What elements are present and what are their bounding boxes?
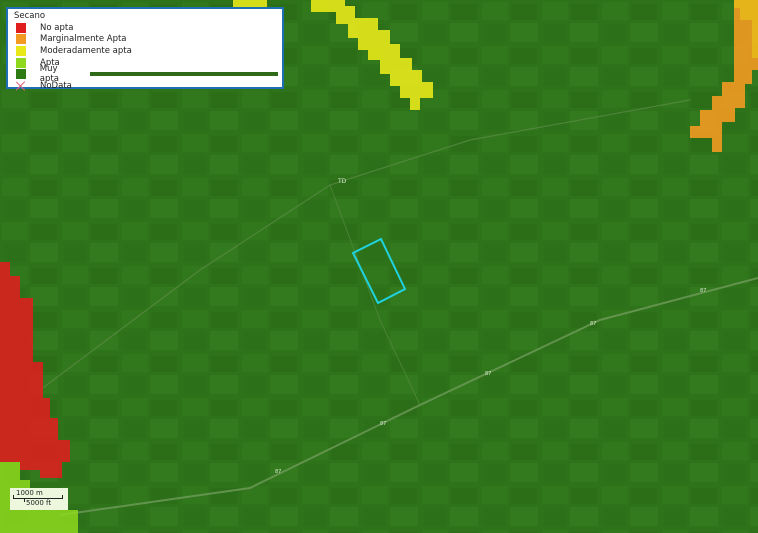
legend-item-nodata: NoData bbox=[12, 80, 278, 92]
scale-metric-label: 1000 m bbox=[16, 489, 43, 497]
swatch-moderadamente-apta bbox=[16, 45, 26, 56]
scale-imperial-label: 5000 ft bbox=[26, 499, 52, 507]
legend-item-muy-apta: Muy apta bbox=[12, 64, 278, 84]
road-label: 87 bbox=[485, 371, 491, 377]
road-label: 87 bbox=[700, 288, 706, 294]
legend-label: Moderadamente apta bbox=[40, 45, 132, 56]
town-label: TD bbox=[337, 178, 347, 185]
scale-tick bbox=[62, 495, 63, 499]
legend-item-moderadamente-apta: Moderadamente apta bbox=[12, 45, 278, 57]
road-label: 87 bbox=[590, 321, 596, 327]
swatch-muy-apta bbox=[16, 69, 26, 80]
scale-bar: 1000 m 5000 ft bbox=[10, 488, 68, 510]
zone-moderadamente-apta bbox=[233, 0, 267, 7]
legend-title: Secano bbox=[14, 11, 46, 21]
legend-item-no-apta: No apta bbox=[12, 22, 278, 34]
cross-icon bbox=[16, 81, 26, 91]
swatch-no-apta bbox=[16, 22, 26, 33]
legend-line-symbol bbox=[90, 72, 278, 77]
swatch-marginalmente-apta bbox=[16, 34, 26, 45]
scale-tick bbox=[13, 495, 14, 499]
legend-panel: Secano No apta Marginalmente Apta Modera… bbox=[6, 7, 284, 92]
legend-label: Marginalmente Apta bbox=[40, 34, 127, 45]
scale-tick bbox=[24, 498, 25, 502]
legend-label: No apta bbox=[40, 22, 74, 33]
swatch-apta bbox=[16, 57, 26, 68]
legend-item-marginalmente-apta: Marginalmente Apta bbox=[12, 34, 278, 46]
road-label: 87 bbox=[380, 421, 386, 427]
road-label: 87 bbox=[275, 469, 281, 475]
legend-label: NoData bbox=[40, 80, 72, 91]
